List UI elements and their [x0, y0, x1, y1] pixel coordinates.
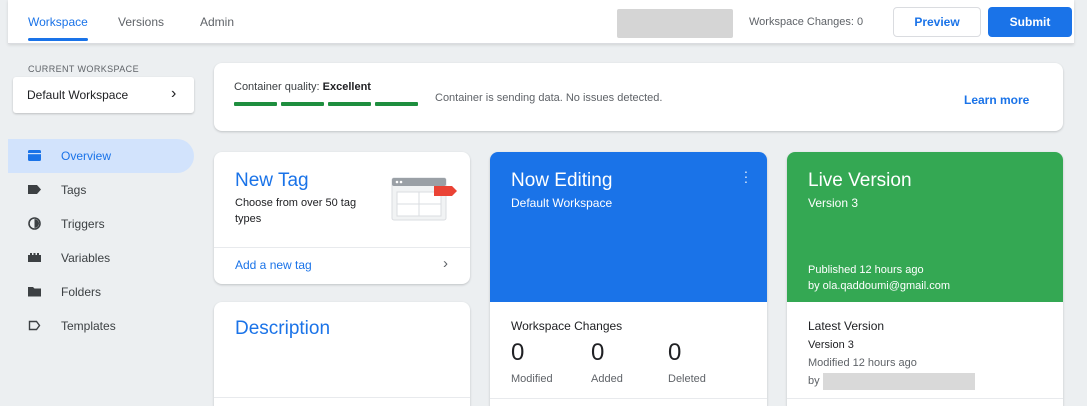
- trigger-icon: [28, 217, 41, 230]
- tag-icon: [28, 185, 41, 194]
- live-version-title: Live Version: [808, 170, 912, 191]
- latest-version-label: Latest Version: [808, 319, 885, 333]
- add-new-tag-link[interactable]: Add a new tag: [235, 258, 312, 272]
- sidebar-item-label: Templates: [61, 319, 116, 333]
- quality-value: Excellent: [322, 81, 371, 93]
- tag-illustration-icon: [391, 177, 457, 221]
- added-label: Added: [591, 373, 623, 385]
- current-workspace-label: CURRENT WORKSPACE: [28, 64, 139, 74]
- top-bar: Workspace Versions Admin Workspace Chang…: [8, 0, 1074, 44]
- quality-status: Container is sending data. No issues det…: [435, 92, 663, 104]
- sidebar-item-folders[interactable]: Folders: [8, 275, 194, 309]
- published-time: Published 12 hours ago: [808, 264, 924, 276]
- published-by: by ola.qaddoumi@gmail.com: [808, 280, 951, 292]
- latest-version-modified: Modified 12 hours ago: [808, 357, 917, 369]
- now-editing-title: Now Editing: [511, 170, 613, 191]
- chevron-right-icon[interactable]: ›: [443, 255, 448, 272]
- submit-button[interactable]: Submit: [988, 7, 1072, 37]
- sidebar-item-label: Triggers: [61, 217, 105, 231]
- chevron-right-icon: ›: [171, 85, 177, 102]
- new-tag-subtitle: Choose from over 50 tag types: [235, 197, 357, 225]
- sidebar-item-triggers[interactable]: Triggers: [8, 207, 194, 241]
- quality-label-text: Container quality:: [234, 81, 320, 93]
- sidebar-item-label: Overview: [61, 149, 112, 163]
- more-vert-icon[interactable]: · · ·: [743, 164, 749, 188]
- published-info: Published 12 hours ago by ola.qaddoumi@g…: [808, 262, 950, 294]
- workspace-changes-count: Workspace Changes: 0: [749, 16, 864, 28]
- new-tag-title: New Tag: [235, 170, 309, 191]
- new-tag-card[interactable]: New Tag Choose from over 50 tag types Ad…: [214, 152, 470, 284]
- modified-label: Modified: [511, 373, 553, 385]
- workspace-name: Default Workspace: [27, 88, 129, 102]
- sidebar-item-label: Variables: [61, 251, 111, 265]
- latest-version-number: Version 3: [808, 339, 854, 351]
- latest-version-by: by: [808, 375, 820, 387]
- sidebar-item-overview[interactable]: Overview: [8, 139, 194, 173]
- live-version-card: Live Version Version 3 Published 12 hour…: [787, 152, 1063, 406]
- modified-count: 0: [511, 339, 525, 366]
- tab-versions[interactable]: Versions: [118, 15, 164, 29]
- live-version-number: Version 3: [808, 196, 859, 210]
- deleted-count: 0: [668, 339, 682, 366]
- sidebar-item-variables[interactable]: Variables: [8, 241, 194, 275]
- variables-icon: [28, 253, 41, 262]
- card-divider: [787, 398, 1063, 399]
- now-editing-header: Now Editing Default Workspace · · ·: [490, 152, 767, 302]
- learn-more-link[interactable]: Learn more: [964, 93, 1029, 107]
- sidebar-item-tags[interactable]: Tags: [8, 173, 194, 207]
- tab-workspace[interactable]: Workspace: [28, 15, 88, 29]
- workspace-selector[interactable]: Default Workspace ›: [13, 77, 194, 113]
- description-card: Description: [214, 302, 470, 406]
- redacted-author: [823, 373, 975, 390]
- tab-admin[interactable]: Admin: [200, 15, 234, 29]
- sidebar-item-templates[interactable]: Templates: [8, 309, 194, 343]
- deleted-label: Deleted: [668, 373, 706, 385]
- overview-icon: [28, 150, 41, 161]
- quality-meter: [234, 102, 418, 106]
- redacted-container-name: [617, 9, 733, 38]
- template-icon: [28, 320, 41, 331]
- sidebar-item-label: Tags: [61, 183, 87, 197]
- active-tab-indicator: [28, 38, 88, 41]
- workspace-changes-label: Workspace Changes: [511, 319, 623, 333]
- sidebar-item-label: Folders: [61, 285, 102, 299]
- now-editing-workspace: Default Workspace: [511, 196, 613, 210]
- preview-button[interactable]: Preview: [893, 7, 981, 37]
- container-quality-card: Container quality: Excellent Container i…: [214, 63, 1063, 131]
- card-divider: [214, 397, 470, 398]
- live-version-header: Live Version Version 3 Published 12 hour…: [787, 152, 1063, 302]
- now-editing-card: Now Editing Default Workspace · · · Worksp…: [490, 152, 767, 406]
- added-count: 0: [591, 339, 605, 366]
- container-quality-label: Container quality: Excellent: [234, 81, 371, 93]
- folder-icon: [28, 287, 41, 297]
- description-title: Description: [235, 318, 331, 339]
- card-divider: [214, 247, 470, 248]
- card-divider: [490, 398, 767, 399]
